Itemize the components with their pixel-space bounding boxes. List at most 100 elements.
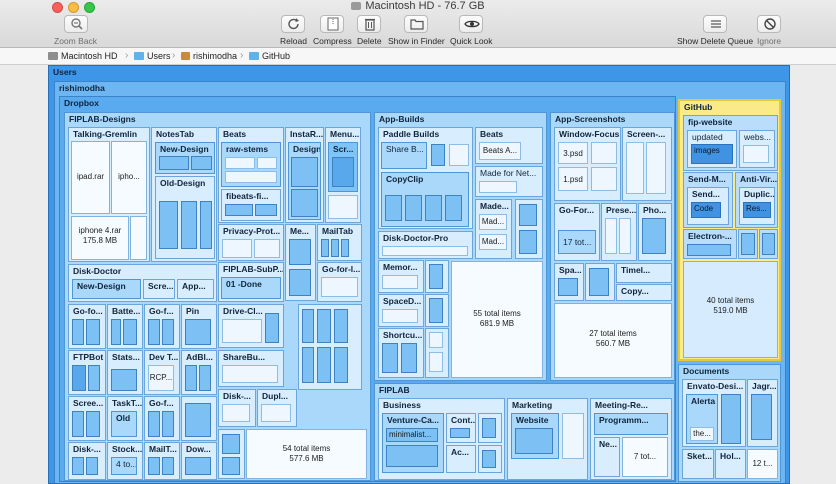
file-block[interactable] bbox=[382, 275, 418, 289]
folder-timel[interactable]: Timel... bbox=[616, 263, 672, 283]
file-iphone[interactable]: ipho... bbox=[111, 141, 147, 214]
file-block[interactable] bbox=[162, 411, 174, 437]
file-block[interactable] bbox=[328, 195, 358, 219]
folder-blocks[interactable] bbox=[425, 294, 449, 327]
folder-disk2[interactable]: Disk-... bbox=[218, 389, 256, 427]
folder-prese[interactable]: Prese... bbox=[601, 203, 637, 261]
folder-app-screenshots[interactable]: App-Screenshots Window-Focus 3.psd 1.psd bbox=[550, 112, 675, 381]
file-mad[interactable]: Mad... bbox=[479, 234, 507, 250]
file-block[interactable] bbox=[225, 204, 253, 216]
folder-documents[interactable]: Documents Envato-Desi... Alerta the... J… bbox=[678, 364, 781, 482]
file-block[interactable] bbox=[111, 369, 137, 391]
file-block[interactable] bbox=[519, 204, 537, 226]
folder-drive-cl[interactable]: Drive-Cl... bbox=[218, 304, 284, 348]
file-block[interactable] bbox=[261, 404, 291, 422]
folder-adbl[interactable]: AdBl... bbox=[181, 350, 217, 395]
folder-send-m[interactable]: Send-M... Send... Code bbox=[683, 172, 733, 228]
file-block[interactable] bbox=[162, 457, 174, 475]
file-block[interactable] bbox=[148, 457, 160, 475]
file-block[interactable] bbox=[86, 411, 100, 437]
folder-electron[interactable]: Electron-... bbox=[683, 229, 737, 259]
folder-dow[interactable]: Dow... bbox=[181, 442, 217, 480]
folder-fibeats[interactable]: fibeats-fi... bbox=[221, 189, 281, 221]
file-the[interactable]: the... bbox=[690, 427, 714, 441]
file-block[interactable] bbox=[382, 343, 398, 373]
file-beats-a[interactable]: Beats A... bbox=[479, 142, 521, 160]
file-block[interactable] bbox=[148, 319, 160, 345]
folder-anti-vir[interactable]: Anti-Vir... Duplic... Res... bbox=[735, 172, 778, 228]
file-block[interactable] bbox=[429, 264, 443, 289]
folder-blocks[interactable] bbox=[515, 199, 543, 259]
folder-spa[interactable]: Spa... bbox=[554, 263, 584, 301]
file-block[interactable] bbox=[401, 343, 417, 373]
folder-pho[interactable]: Pho... bbox=[638, 203, 672, 261]
file-mad[interactable]: Mad... bbox=[479, 214, 507, 230]
folder-go-f2[interactable]: Go-f... bbox=[144, 396, 180, 441]
file-block[interactable] bbox=[385, 195, 402, 221]
breadcrumb-item[interactable]: Macintosh HD bbox=[48, 51, 118, 61]
file-iphone4-rar[interactable]: iphone 4.rar 175.8 MB bbox=[71, 216, 129, 260]
file-block[interactable] bbox=[185, 403, 211, 437]
file-block[interactable] bbox=[257, 157, 277, 169]
file-block[interactable] bbox=[255, 204, 277, 216]
folder-images[interactable]: images bbox=[691, 144, 733, 164]
file-block[interactable] bbox=[225, 171, 277, 183]
folder-webs[interactable]: webs... bbox=[739, 130, 775, 168]
folder-scre[interactable]: Scre... bbox=[143, 279, 175, 299]
folder-old-design[interactable]: Old-Design bbox=[155, 176, 215, 259]
folder-envato[interactable]: Envato-Desi... Alerta the... bbox=[682, 379, 746, 447]
folder-design[interactable]: Design bbox=[288, 142, 321, 220]
folder-blocks[interactable] bbox=[218, 429, 245, 479]
folder-github-selected[interactable]: GitHub fip-website updated images webs..… bbox=[678, 99, 781, 361]
folder-disk-doctor-pro[interactable]: Disk-Doctor-Pro bbox=[378, 231, 473, 259]
file-block[interactable] bbox=[291, 157, 318, 187]
file-block[interactable] bbox=[425, 195, 442, 221]
folder-blocks[interactable] bbox=[585, 263, 615, 301]
file-block[interactable] bbox=[558, 278, 578, 296]
folder-old[interactable]: Old bbox=[111, 411, 137, 437]
folder-done[interactable]: 01 -Done bbox=[221, 277, 281, 299]
folder-stats[interactable]: Stats... bbox=[107, 350, 143, 395]
file-block[interactable] bbox=[222, 404, 250, 422]
folder-instar[interactable]: InstaR... Design bbox=[285, 127, 324, 223]
file-block[interactable] bbox=[72, 365, 86, 391]
reload-button[interactable]: Reload bbox=[280, 15, 307, 46]
delete-button[interactable]: Delete bbox=[357, 15, 382, 46]
file-block[interactable] bbox=[123, 319, 137, 345]
folder-share-b[interactable]: Share B... bbox=[381, 142, 427, 169]
file-block[interactable] bbox=[130, 216, 147, 260]
file-block[interactable] bbox=[222, 365, 278, 383]
folder-rishimodha[interactable]: rishimodha Dropbox FIPLAB-Designs Talkin… bbox=[54, 81, 786, 483]
summary-github[interactable]: 40 total items 519.0 MB bbox=[683, 261, 778, 358]
folder-business[interactable]: Business Venture-Ca... minimalist... Con… bbox=[378, 398, 505, 480]
file-block[interactable] bbox=[162, 319, 174, 345]
file-block[interactable] bbox=[721, 394, 741, 444]
file-block[interactable] bbox=[222, 319, 262, 343]
folder-fiplab-designs[interactable]: FIPLAB-Designs Talking-Gremlin ipad.rar … bbox=[64, 112, 371, 481]
summary-12-t[interactable]: 12 t... bbox=[747, 449, 778, 479]
file-block[interactable] bbox=[185, 365, 197, 391]
folder-blocks[interactable] bbox=[298, 304, 362, 390]
file-block[interactable] bbox=[181, 201, 197, 249]
folder-send[interactable]: Send... Code bbox=[687, 187, 729, 225]
folder-users[interactable]: Users rishimodha Dropbox FIPLAB-Designs … bbox=[48, 65, 790, 484]
folder-alerta[interactable]: Alerta the... bbox=[686, 394, 718, 444]
file-block[interactable] bbox=[200, 201, 212, 249]
file-block[interactable] bbox=[302, 309, 314, 343]
file-block[interactable] bbox=[222, 457, 240, 475]
folder-ne[interactable]: Ne... bbox=[594, 437, 620, 477]
file-block[interactable] bbox=[111, 319, 121, 345]
file-block[interactable] bbox=[321, 277, 358, 297]
file-block[interactable] bbox=[341, 239, 349, 257]
file-block[interactable] bbox=[619, 218, 631, 254]
disk-treemap[interactable]: Users rishimodha Dropbox FIPLAB-Designs … bbox=[48, 65, 790, 484]
ignore-button[interactable]: Ignore bbox=[757, 15, 781, 46]
file-block[interactable] bbox=[185, 457, 211, 475]
folder-notestab[interactable]: NotesTab New-Design Old-Design bbox=[151, 127, 217, 262]
file-block[interactable] bbox=[88, 365, 100, 391]
file-block[interactable] bbox=[382, 246, 468, 256]
folder-dev-t[interactable]: Dev T... RCP... bbox=[144, 350, 180, 395]
file-block[interactable] bbox=[254, 239, 280, 258]
file-block[interactable] bbox=[334, 347, 348, 383]
folder-batte[interactable]: Batte... bbox=[107, 304, 143, 349]
